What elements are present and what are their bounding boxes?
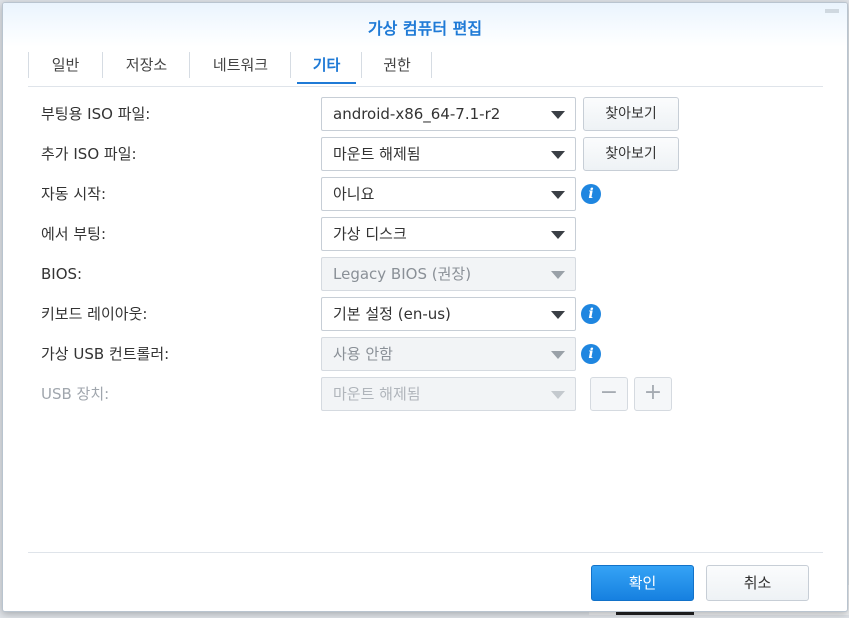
- extra-iso-row: 추가 ISO 파일: 마운트 해제됨 찾아보기: [3, 137, 847, 171]
- chevron-down-icon: [551, 151, 565, 159]
- chevron-down-icon: [551, 271, 565, 279]
- footer-divider: [28, 552, 823, 553]
- tab-general[interactable]: 일반: [28, 48, 103, 82]
- boot-from-select[interactable]: 가상 디스크: [321, 217, 576, 251]
- tab-divider: [28, 86, 823, 87]
- usb-controller-value: 사용 안함: [333, 345, 393, 363]
- usb-controller-label: 가상 USB 컨트롤러:: [41, 345, 170, 363]
- tab-other[interactable]: 기타: [291, 48, 362, 84]
- extra-iso-value: 마운트 해제됨: [333, 145, 421, 163]
- cancel-button[interactable]: 취소: [706, 565, 809, 601]
- boot-iso-browse-button[interactable]: 찾아보기: [583, 97, 679, 131]
- chevron-down-icon: [551, 311, 565, 319]
- tab-label: 저장소: [125, 56, 168, 74]
- extra-iso-select[interactable]: 마운트 해제됨: [321, 137, 576, 171]
- keyboard-value: 기본 설정 (en-us): [333, 305, 451, 323]
- boot-from-value: 가상 디스크: [333, 225, 407, 243]
- boot-iso-row: 부팅용 ISO 파일: android-x86_64-7.1-r2 찾아보기: [3, 97, 847, 131]
- boot-from-row: 에서 부팅: 가상 디스크: [3, 217, 847, 251]
- info-icon[interactable]: i: [581, 344, 601, 364]
- edit-vm-dialog: 가상 컴퓨터 편집 일반 저장소 네트워크 기타 권한 부팅용 ISO 파일: …: [2, 2, 848, 612]
- tab-storage[interactable]: 저장소: [103, 48, 190, 82]
- usb-controller-row: 가상 USB 컨트롤러: 사용 안함 i: [3, 337, 847, 371]
- dialog-titlebar: 가상 컴퓨터 편집: [3, 3, 847, 47]
- tab-network[interactable]: 네트워크: [190, 48, 291, 82]
- dialog-title: 가상 컴퓨터 편집: [367, 19, 483, 38]
- info-icon[interactable]: i: [581, 304, 601, 324]
- ok-button[interactable]: 확인: [591, 565, 694, 601]
- bios-label: BIOS:: [41, 265, 83, 283]
- chevron-down-icon: [551, 391, 565, 399]
- tab-label: 기타: [312, 56, 341, 74]
- tab-label: 권한: [383, 56, 411, 74]
- boot-iso-value: android-x86_64-7.1-r2: [333, 105, 501, 123]
- window-control-icon[interactable]: [825, 9, 839, 13]
- tab-permissions[interactable]: 권한: [362, 48, 432, 82]
- tab-label: 네트워크: [212, 56, 269, 74]
- extra-iso-label: 추가 ISO 파일:: [41, 145, 137, 163]
- info-icon[interactable]: i: [581, 184, 601, 204]
- keyboard-row: 키보드 레이아웃: 기본 설정 (en-us) i: [3, 297, 847, 331]
- chevron-down-icon: [551, 351, 565, 359]
- usb-device-value: 마운트 해제됨: [333, 385, 421, 403]
- usb-device-label: USB 장치:: [41, 385, 110, 403]
- extra-iso-browse-button[interactable]: 찾아보기: [583, 137, 679, 171]
- bios-select: Legacy BIOS (권장): [321, 257, 576, 291]
- tab-label: 일반: [51, 56, 80, 74]
- autostart-value: 아니요: [333, 185, 375, 203]
- remove-usb-button: −: [590, 377, 628, 411]
- boot-iso-select[interactable]: android-x86_64-7.1-r2: [321, 97, 576, 131]
- chevron-down-icon: [551, 191, 565, 199]
- usb-device-select: 마운트 해제됨: [321, 377, 576, 411]
- keyboard-label: 키보드 레이아웃:: [41, 305, 148, 323]
- autostart-select[interactable]: 아니요: [321, 177, 576, 211]
- usb-controller-select[interactable]: 사용 안함: [321, 337, 576, 371]
- autostart-label: 자동 시작:: [41, 185, 107, 203]
- add-usb-button: +: [634, 377, 672, 411]
- bios-row: BIOS: Legacy BIOS (권장): [3, 257, 847, 291]
- usb-device-row: USB 장치: 마운트 해제됨 − +: [3, 377, 847, 411]
- tab-bar: 일반 저장소 네트워크 기타 권한: [28, 48, 432, 84]
- bios-value: Legacy BIOS (권장): [333, 265, 472, 283]
- boot-iso-label: 부팅용 ISO 파일:: [41, 105, 151, 123]
- chevron-down-icon: [551, 231, 565, 239]
- autostart-row: 자동 시작: 아니요 i: [3, 177, 847, 211]
- chevron-down-icon: [551, 111, 565, 119]
- boot-from-label: 에서 부팅:: [41, 225, 107, 243]
- keyboard-select[interactable]: 기본 설정 (en-us): [321, 297, 576, 331]
